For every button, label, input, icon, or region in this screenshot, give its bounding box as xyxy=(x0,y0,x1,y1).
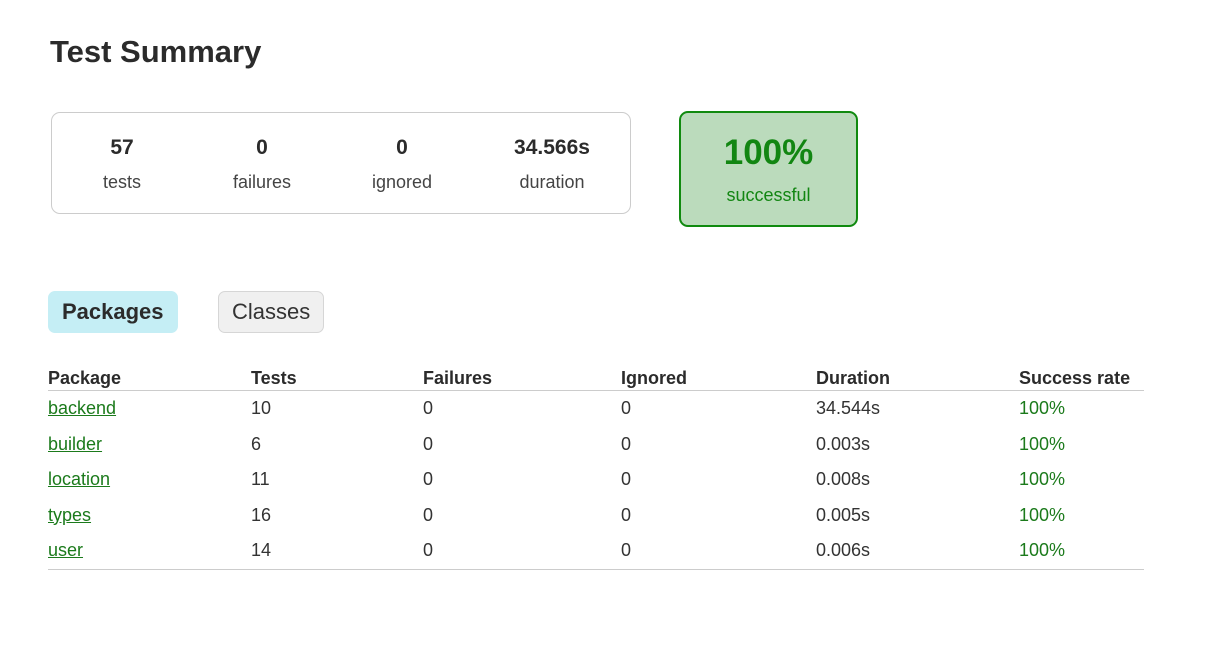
failures-cell: 0 xyxy=(423,398,434,419)
header-duration: Duration xyxy=(816,364,1019,391)
package-link[interactable]: types xyxy=(48,505,91,525)
ignored-cell: 0 xyxy=(621,504,632,525)
header-failures: Failures xyxy=(423,364,621,391)
failures-cell: 0 xyxy=(423,533,621,570)
table-row: location 11 0 0 0.008s 100% xyxy=(48,462,1144,498)
success-rate-label: successful xyxy=(726,185,811,205)
header-ignored: Ignored xyxy=(621,364,816,391)
table-header-row: Package Tests Failures Ignored Duration … xyxy=(48,364,1144,391)
duration-cell: 0.005s xyxy=(816,504,871,525)
package-cell: backend xyxy=(48,391,251,427)
table-row: user 14 0 0 0.006s 100% xyxy=(48,533,1144,570)
success-rate-cell: 100% xyxy=(1019,398,1066,419)
header-package: Package xyxy=(48,364,251,391)
success-rate-cell: 100% xyxy=(1019,433,1066,454)
success-rate-cell: 100% xyxy=(1019,469,1066,490)
duration-label: duration xyxy=(519,172,585,192)
package-link[interactable]: builder xyxy=(48,434,102,454)
package-link[interactable]: location xyxy=(48,469,110,489)
ignored-count: 0 xyxy=(396,136,408,159)
tests-cell: 11 xyxy=(251,469,270,490)
table-row: builder 6 0 0 0.003s 100% xyxy=(48,427,1144,463)
package-cell: user xyxy=(48,533,251,570)
package-cell: location xyxy=(48,462,251,498)
header-success-rate: Success rate xyxy=(1019,364,1144,391)
tests-cell: 14 xyxy=(251,533,423,570)
tab-packages[interactable]: Packages xyxy=(48,291,178,333)
ignored-cell: 0 xyxy=(621,533,816,570)
table-row: backend 10 0 0 34.544s 100% xyxy=(48,391,1144,427)
duration-cell: 0.003s xyxy=(816,433,871,454)
package-link[interactable]: user xyxy=(48,540,83,560)
tests-cell: 10 xyxy=(251,398,272,419)
tab-classes[interactable]: Classes xyxy=(218,291,325,333)
duration-value: 34.566s xyxy=(514,136,590,159)
tests-label: tests xyxy=(102,172,141,192)
package-link[interactable]: backend xyxy=(48,398,116,418)
success-rate-box: 100% successful xyxy=(679,111,858,227)
page-title: Test Summary xyxy=(50,34,262,69)
failures-cell: 0 xyxy=(423,469,434,490)
failures-label: failures xyxy=(232,172,292,192)
summary-counters: 57 tests 0 failures 0 ignored 34.566s du… xyxy=(51,112,631,214)
ignored-cell: 0 xyxy=(621,433,632,454)
header-tests: Tests xyxy=(251,364,423,391)
tests-cell: 6 xyxy=(251,433,262,454)
failures-cell: 0 xyxy=(423,433,434,454)
ignored-cell: 0 xyxy=(621,398,632,419)
duration-cell: 0.008s xyxy=(816,469,871,490)
ignored-label: ignored xyxy=(371,172,433,192)
ignored-cell: 0 xyxy=(621,469,632,490)
packages-table: Package Tests Failures Ignored Duration … xyxy=(48,364,1144,570)
table-row: types 16 0 0 0.005s 100% xyxy=(48,498,1144,534)
package-cell: types xyxy=(48,498,251,534)
duration-cell: 0.006s xyxy=(816,533,1019,570)
tests-cell: 16 xyxy=(251,504,272,525)
failures-count: 0 xyxy=(256,136,268,159)
tests-count: 57 xyxy=(110,136,134,159)
package-cell: builder xyxy=(48,427,251,463)
duration-cell: 34.544s xyxy=(816,398,881,419)
success-rate-cell: 100% xyxy=(1019,533,1144,570)
failures-cell: 0 xyxy=(423,504,434,525)
success-rate-cell: 100% xyxy=(1019,504,1066,525)
success-rate-value: 100% xyxy=(723,133,814,172)
